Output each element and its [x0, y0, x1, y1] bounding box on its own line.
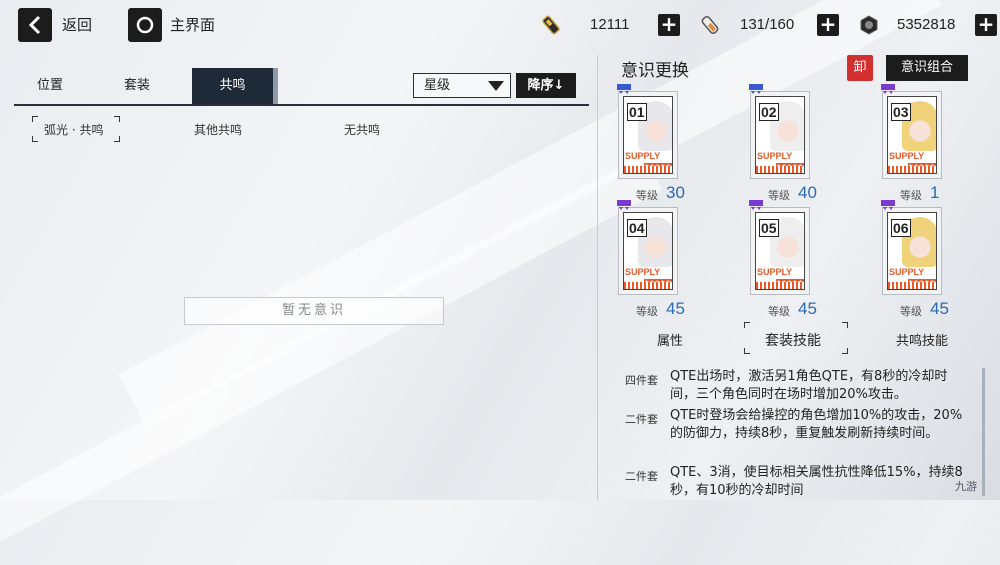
stigmata-art: 03SUPPLY★★★★★★	[887, 96, 937, 174]
description-scrollbar[interactable]	[982, 368, 985, 496]
tier-icon	[881, 84, 895, 94]
card-stripe	[888, 166, 936, 173]
level-value: 1	[930, 183, 940, 202]
watermark: 九游	[955, 480, 977, 493]
desc-tag: 二件套	[625, 413, 658, 426]
supply-label: SUPPLY	[757, 151, 793, 161]
level-label: 等级	[900, 305, 922, 318]
panel-divider	[597, 55, 598, 500]
stamina-value: 131/160	[740, 16, 795, 33]
level-label: 等级	[636, 305, 658, 318]
tab-attributes[interactable]: 属性	[657, 330, 683, 349]
tab-resonance[interactable]: 共鸣	[192, 68, 278, 104]
supply-label: SUPPLY	[625, 267, 661, 277]
stigmata-number: 06	[891, 219, 911, 237]
tier-icon	[749, 84, 763, 94]
empty-state: 暂无意识	[184, 297, 444, 325]
filter-arc-resonance[interactable]: 弧光 · 共鸣	[44, 121, 103, 138]
stigmata-art: 05SUPPLY★★★★★★	[755, 212, 805, 290]
desc-tag: 四件套	[625, 374, 658, 387]
resource-coin	[856, 12, 882, 38]
unload-button[interactable]: 卸	[847, 55, 873, 81]
combo-button[interactable]: 意识组合	[886, 55, 968, 81]
stigmata-card[interactable]: 01SUPPLY★★★★★★	[617, 84, 678, 179]
tab-position[interactable]: 位置	[14, 68, 86, 104]
sort-order-button[interactable]: 降序↓	[516, 73, 576, 98]
level-label: 等级	[900, 189, 922, 202]
tab-resonance-skills[interactable]: 共鸣技能	[896, 330, 948, 349]
card-stripe	[888, 282, 936, 289]
sort-select[interactable]: 星级	[413, 73, 511, 98]
stigmata-art: 02SUPPLY★★★★★★	[755, 96, 805, 174]
home-button[interactable]	[128, 8, 162, 42]
battery-icon	[538, 12, 564, 38]
stigmata-card[interactable]: 02SUPPLY★★★★★★	[749, 84, 810, 179]
add-coin-button[interactable]: +	[975, 14, 997, 36]
stigmata-number: 04	[627, 219, 647, 237]
add-stamina-button[interactable]: +	[817, 14, 839, 36]
home-label[interactable]: 主界面	[170, 14, 215, 35]
filter-no-resonance[interactable]: 无共鸣	[344, 121, 380, 138]
card-stripe	[624, 166, 672, 173]
caret-down-icon	[488, 81, 504, 91]
panel-title: 意识更换	[621, 61, 689, 81]
filter-other-resonance[interactable]: 其他共鸣	[194, 121, 242, 138]
stigmata-art: 06SUPPLY★★★★★★	[887, 212, 937, 290]
tier-icon	[617, 84, 631, 94]
stigmata-card[interactable]: 06SUPPLY★★★★★★	[881, 200, 942, 295]
level-label: 等级	[636, 189, 658, 202]
chevron-left-icon	[28, 15, 41, 35]
stigmata-number: 02	[759, 103, 779, 121]
back-button[interactable]	[18, 8, 52, 42]
coin-value: 5352818	[897, 16, 956, 33]
supply-label: SUPPLY	[889, 267, 925, 277]
supply-label: SUPPLY	[757, 267, 793, 277]
bg-decoration	[118, 0, 942, 428]
desc-tag: 二件套	[625, 470, 658, 483]
desc-text: QTE出场时，激活另1角色QTE，有8秒的冷却时间，三个角色同时在场时增加20%…	[670, 369, 948, 402]
level-value: 45	[798, 299, 817, 318]
supply-label: SUPPLY	[625, 151, 661, 161]
stigmata-card[interactable]: 05SUPPLY★★★★★★	[749, 200, 810, 295]
level-value: 40	[798, 183, 817, 202]
coin-icon	[856, 12, 882, 38]
tier-icon	[617, 200, 631, 210]
add-battery-button[interactable]: +	[658, 14, 680, 36]
level-value: 45	[666, 299, 685, 318]
resource-stamina	[697, 12, 723, 38]
resource-battery	[538, 12, 564, 38]
level-label: 等级	[768, 305, 790, 318]
tier-icon	[881, 200, 895, 210]
card-stripe	[624, 282, 672, 289]
battery-value: 12111	[590, 16, 630, 33]
level-label: 等级	[768, 189, 790, 202]
card-stripe	[756, 166, 804, 173]
level-value: 30	[666, 183, 685, 202]
stigmata-art: 01SUPPLY★★★★★★	[623, 96, 673, 174]
home-circle-icon	[136, 16, 154, 34]
level-value: 45	[930, 299, 949, 318]
desc-text: QTE、3消，使目标相关属性抗性降低15%，持续8秒，有10秒的冷却时间	[670, 465, 963, 498]
bg-decoration	[0, 154, 663, 565]
supply-label: SUPPLY	[889, 151, 925, 161]
stigmata-art: 04SUPPLY★★★★★★	[623, 212, 673, 290]
tier-icon	[749, 200, 763, 210]
stigmata-number: 01	[627, 103, 647, 121]
sort-select-value: 星级	[424, 78, 451, 93]
stigmata-card[interactable]: 03SUPPLY★★★★★★	[881, 84, 942, 179]
stamina-icon	[697, 12, 723, 38]
stigmata-card[interactable]: 04SUPPLY★★★★★★	[617, 200, 678, 295]
card-stripe	[756, 282, 804, 289]
stigmata-number: 03	[891, 103, 911, 121]
stigmata-number: 05	[759, 219, 779, 237]
back-label[interactable]: 返回	[62, 14, 92, 35]
tab-set[interactable]: 套装	[102, 68, 172, 104]
desc-text: QTE时登场会给操控的角色增加10%的攻击，20%的防御力，持续8秒，重复触发刷…	[670, 408, 963, 441]
top-bar: 返回 主界面 12111 + 131/160 + 5352818 +	[0, 0, 1000, 50]
tab-set-skills[interactable]: 套装技能	[765, 330, 821, 350]
